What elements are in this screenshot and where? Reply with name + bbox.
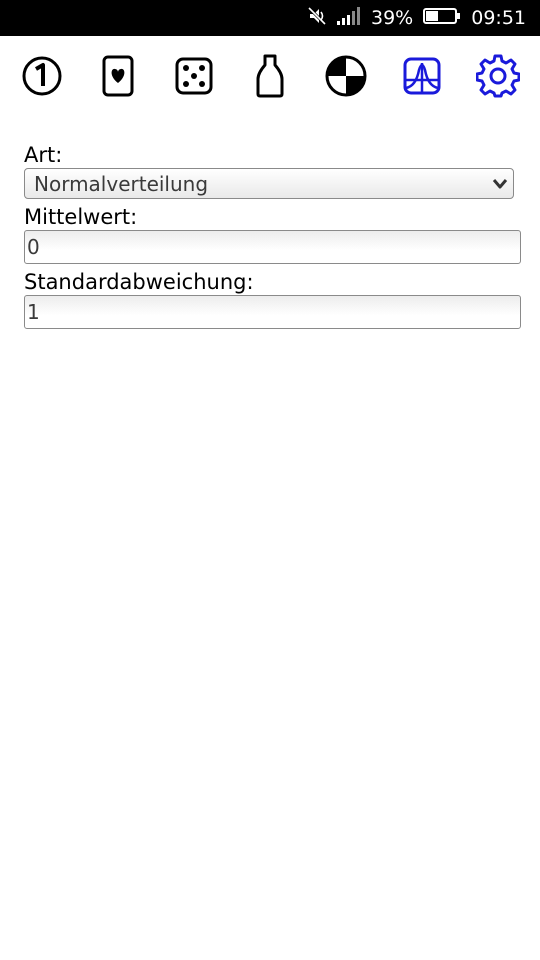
signal-icon [337, 7, 361, 29]
distribution-form: Art: Normalverteilung Mittelwert: Standa… [24, 142, 521, 334]
distribution-curve-icon[interactable] [400, 54, 444, 98]
mean-field-box [24, 230, 521, 264]
bottle-icon[interactable] [248, 54, 292, 98]
battery-icon [423, 7, 461, 29]
dice-five-icon[interactable] [172, 54, 216, 98]
status-bar: 39% 09:51 [0, 0, 540, 36]
mean-label: Mittelwert: [24, 205, 138, 229]
distribution-type-value: Normalverteilung [34, 172, 209, 196]
mean-input[interactable] [27, 233, 507, 261]
playing-card-heart-icon[interactable] [96, 54, 140, 98]
toolbar [0, 36, 540, 112]
stddev-field-box [24, 295, 521, 329]
mute-icon [307, 6, 327, 30]
spinner-wheel-icon[interactable] [324, 54, 368, 98]
stddev-label: Standardabweichung: [24, 270, 254, 294]
distribution-type-select[interactable]: Normalverteilung [24, 168, 514, 199]
chevron-down-icon [491, 176, 509, 192]
status-icons: 39% 09:51 [307, 0, 526, 36]
battery-percent: 39% [371, 6, 414, 29]
type-label: Art: [24, 143, 63, 167]
settings-gear-icon[interactable] [476, 54, 520, 98]
number-one-icon[interactable] [20, 54, 64, 98]
clock: 09:51 [471, 6, 526, 29]
stddev-input[interactable] [27, 298, 507, 326]
